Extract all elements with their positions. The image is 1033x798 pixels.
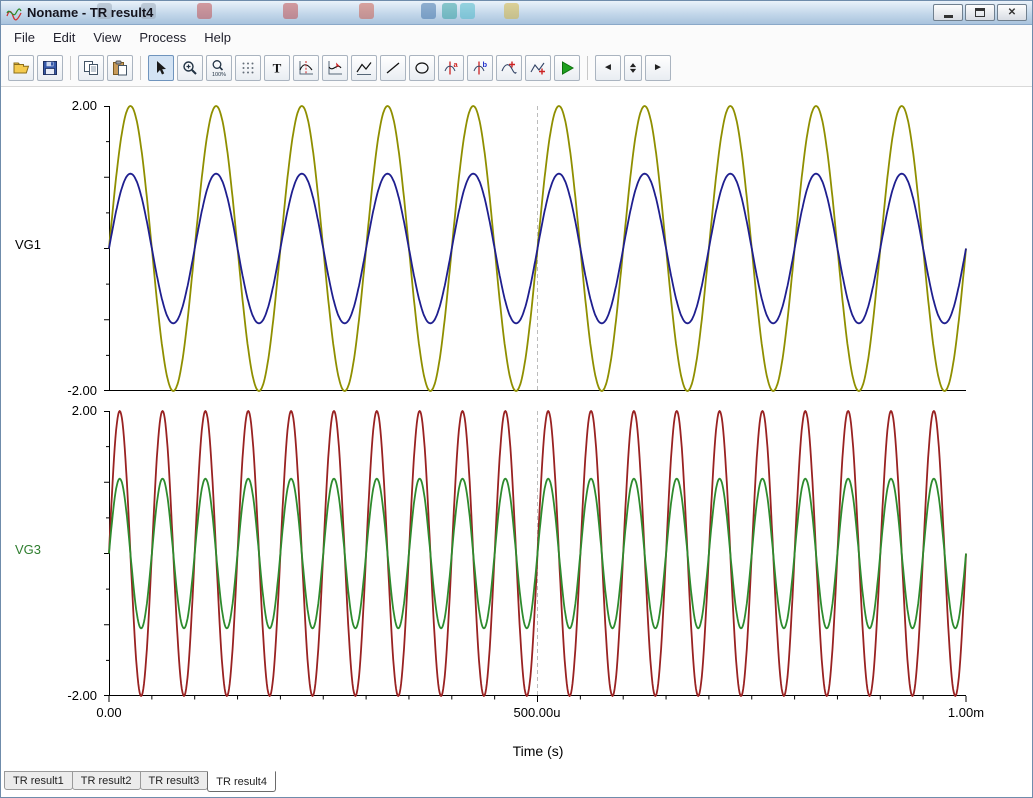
menu-help[interactable]: Help — [195, 27, 240, 48]
plot1-ylabel: VG1 — [15, 237, 42, 252]
toolbar-separator — [140, 56, 141, 80]
marker-b-button[interactable]: b — [467, 55, 493, 81]
tab-tr-result3[interactable]: TR result3 — [139, 771, 209, 790]
ellipse-tool-button[interactable] — [409, 55, 435, 81]
next-page-button[interactable]: ► — [645, 55, 671, 81]
plot2-ymin-label: -2.00 — [67, 688, 97, 703]
xaxis-title: Time (s) — [512, 743, 564, 759]
svg-text:b: b — [483, 60, 488, 69]
page-spinner[interactable] — [624, 55, 642, 81]
menu-process[interactable]: Process — [130, 27, 195, 48]
marker-a-button[interactable]: a — [438, 55, 464, 81]
tab-bar: TR result1 TR result2 TR result3 TR result4 — [1, 771, 1032, 793]
plot1-ymin-label: -2.00 — [67, 383, 97, 398]
run-button[interactable] — [554, 55, 580, 81]
svg-text:a: a — [454, 60, 459, 69]
cursor-a-tool-button[interactable] — [293, 55, 319, 81]
close-icon: ✕ — [1007, 6, 1017, 18]
menu-file[interactable]: File — [5, 27, 44, 48]
copy-button[interactable] — [78, 55, 104, 81]
menu-edit[interactable]: Edit — [44, 27, 84, 48]
minimize-button[interactable] — [933, 4, 963, 21]
zoom-in-button[interactable] — [177, 55, 203, 81]
open-file-button[interactable] — [8, 55, 34, 81]
prev-page-button[interactable]: ◄ — [595, 55, 621, 81]
minimize-icon — [943, 15, 953, 18]
toolbar: 100% Ta b ◄ ► — [1, 50, 1032, 87]
text-tool-button[interactable]: T — [264, 55, 290, 81]
xaxis-tick-500u: 500.00u — [513, 705, 561, 720]
background-ghost-icon — [421, 3, 436, 19]
plot-vg1[interactable] — [99, 105, 976, 402]
close-button[interactable]: ✕ — [997, 4, 1027, 21]
plot2-ylabel: VG3 — [15, 542, 42, 557]
save-button[interactable] — [37, 55, 63, 81]
auto-scale-button[interactable] — [351, 55, 377, 81]
interpolate-button[interactable] — [496, 55, 522, 81]
add-curve-button[interactable] — [525, 55, 551, 81]
tab-tr-result4[interactable]: TR result4 — [207, 771, 276, 792]
xaxis-tick-1m: 1.00m — [947, 705, 985, 720]
background-ghost-icon — [283, 3, 298, 19]
zoom-100-button[interactable]: 100% — [206, 55, 232, 81]
pointer-tool-button[interactable] — [148, 55, 174, 81]
background-ghost-icon — [442, 3, 457, 19]
menu-bar: File Edit View Process Help — [1, 25, 1032, 50]
app-window: Noname - TR result4 ✕ File Edit View Proces… — [0, 0, 1033, 798]
svg-text:100%: 100% — [212, 72, 226, 77]
maximize-button[interactable] — [965, 4, 995, 21]
xaxis-tick-0: 0.00 — [96, 705, 122, 720]
tab-tr-result1[interactable]: TR result1 — [4, 771, 73, 790]
cursor-b-tool-button[interactable] — [322, 55, 348, 81]
maximize-icon — [975, 8, 985, 17]
plot-vg3[interactable] — [99, 410, 976, 707]
background-ghost-icon — [359, 3, 374, 19]
background-ghost-icon — [197, 3, 212, 19]
grid-toggle-button[interactable] — [235, 55, 261, 81]
tab-tr-result2[interactable]: TR result2 — [71, 771, 141, 790]
background-ghost-icon — [460, 3, 475, 19]
toolbar-separator — [587, 56, 588, 80]
plot1-ymax-label: 2.00 — [71, 98, 97, 113]
menu-view[interactable]: View — [84, 27, 130, 48]
app-icon — [6, 8, 22, 21]
line-tool-button[interactable] — [380, 55, 406, 81]
window-controls: ✕ — [933, 4, 1027, 21]
plot2-ymax-label: 2.00 — [71, 403, 97, 418]
paste-button[interactable] — [107, 55, 133, 81]
background-ghost-icon — [504, 3, 519, 19]
svg-text:T: T — [273, 61, 282, 76]
toolbar-separator — [70, 56, 71, 80]
title-bar: Noname - TR result4 ✕ — [1, 1, 1032, 25]
window-title: Noname - TR result4 — [27, 5, 154, 20]
